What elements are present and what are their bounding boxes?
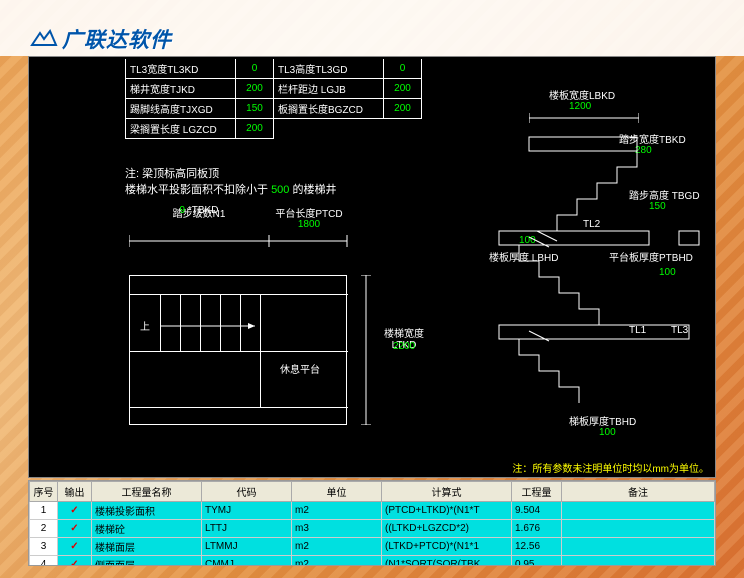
brand-text: 广联达软件 xyxy=(62,24,172,54)
table-row[interactable]: 4✓侧面面层CMMJm2(N1*SQRT(SQR(TBK0.95 xyxy=(30,556,715,567)
brand-logo: 广联达软件 xyxy=(30,24,172,54)
section-diagram: 楼板宽度LBKD 1200 踏步宽度TBKD 280 踏步高度 TBGD 150… xyxy=(459,77,709,467)
note-beam-top: 注: 梁顶标高同板顶 xyxy=(125,165,219,181)
checkbox-icon[interactable]: ✓ xyxy=(70,505,78,516)
grandsoft-icon xyxy=(30,29,58,49)
quantity-grid[interactable]: 序号 输出 工程量名称 代码 单位 计算式 工程量 备注 1✓楼梯投影面积TYM… xyxy=(28,480,716,566)
quantity-table: 序号 输出 工程量名称 代码 单位 计算式 工程量 备注 1✓楼梯投影面积TYM… xyxy=(29,481,715,566)
table-header-row: 序号 输出 工程量名称 代码 单位 计算式 工程量 备注 xyxy=(30,482,715,502)
app-header: 广联达软件 xyxy=(0,0,744,56)
checkbox-icon[interactable]: ✓ xyxy=(70,559,78,566)
checkbox-icon[interactable]: ✓ xyxy=(70,523,78,534)
checkbox-icon[interactable]: ✓ xyxy=(70,541,78,552)
note-projection: 楼梯水平投影面积不扣除小于 500 的楼梯井 xyxy=(125,181,336,197)
parameter-table: TL3宽度TL3KD0TL3高度TL3GD0 梯井宽度TJKD200栏杆距边 L… xyxy=(125,59,422,139)
table-row[interactable]: 1✓楼梯投影面积TYMJm2(PTCD+LTKD)*(N1*T9.504 xyxy=(30,502,715,520)
stair-section-svg xyxy=(459,77,709,457)
unit-note: 注：所有参数未注明单位时均以mm为单位。 xyxy=(512,460,709,475)
plan-diagram: 踏步级数N1 9 *TBKD 平台长度PTCD 1800 上 休息平台 xyxy=(129,205,429,435)
cad-viewport[interactable]: TL3宽度TL3KD0TL3高度TL3GD0 梯井宽度TJKD200栏杆距边 L… xyxy=(28,56,716,478)
table-row[interactable]: 3✓楼梯面层LTMMJm2(LTKD+PTCD)*(N1*112.56 xyxy=(30,538,715,556)
table-row[interactable]: 2✓楼梯砼LTTJm3((LTKD+LGZCD*2)1.676 xyxy=(30,520,715,538)
